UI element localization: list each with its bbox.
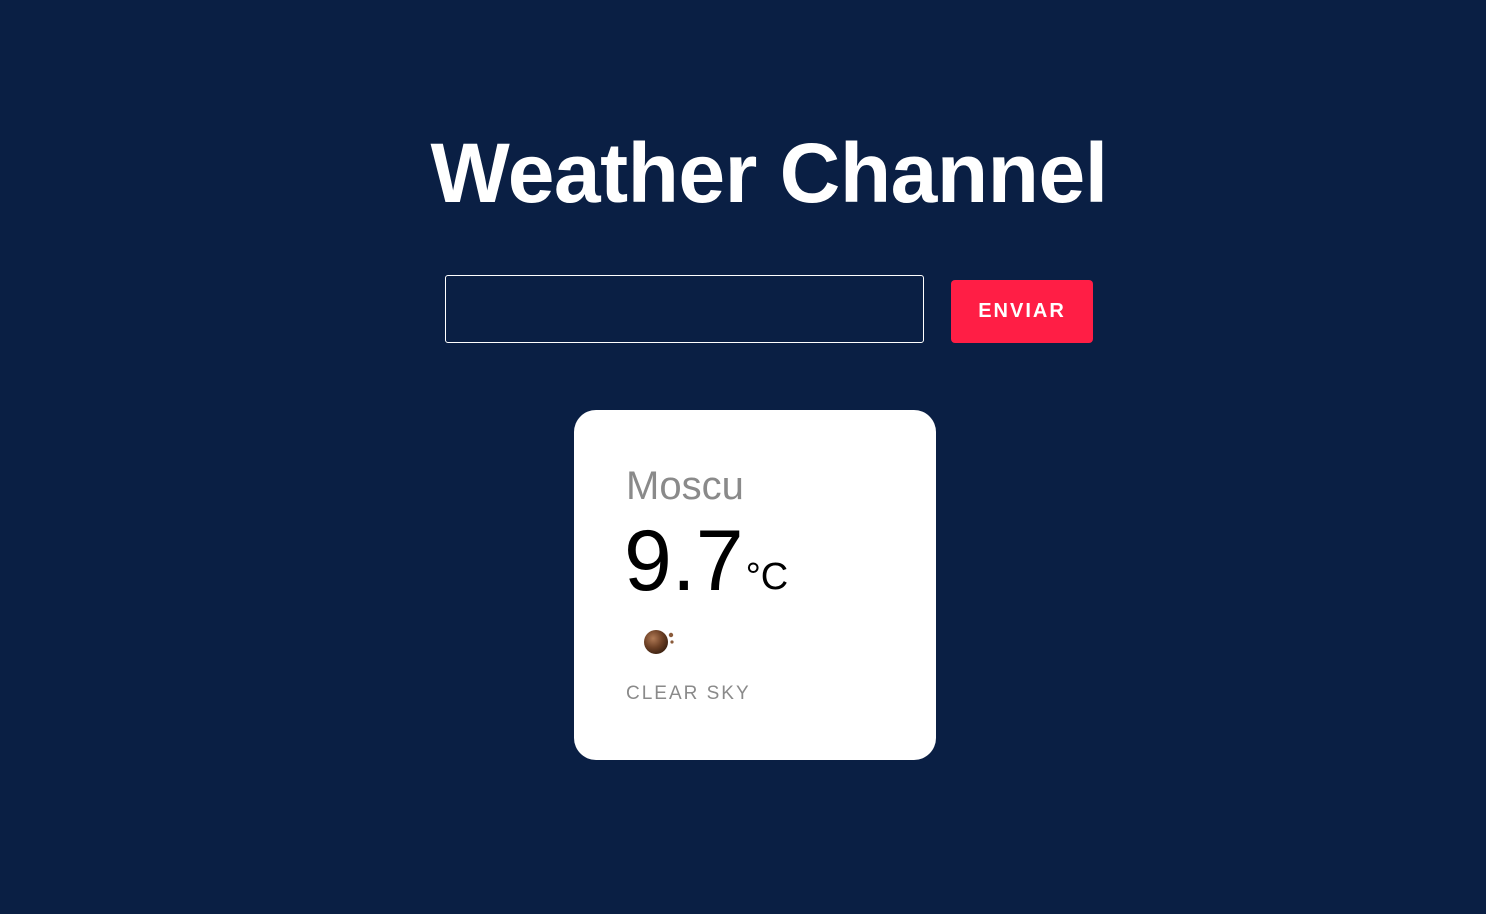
page: Weather Channel ENVIAR Moscu 9.7°C CLEAR…	[0, 0, 1486, 914]
weather-icon-graphic	[644, 630, 674, 654]
send-button[interactable]: ENVIAR	[951, 280, 1093, 343]
page-title: Weather Channel	[430, 126, 1108, 220]
weather-card: Moscu 9.7°C CLEAR SKY	[574, 410, 936, 760]
city-search-input[interactable]	[445, 275, 924, 343]
temperature-display: 9.7°C	[624, 516, 788, 606]
temperature-unit: °C	[745, 556, 789, 598]
weather-description: CLEAR SKY	[626, 683, 751, 704]
city-name: Moscu	[626, 464, 744, 508]
weather-icon	[640, 624, 680, 658]
temperature-value: 9.7	[624, 513, 744, 609]
search-form: ENVIAR	[445, 275, 1093, 343]
